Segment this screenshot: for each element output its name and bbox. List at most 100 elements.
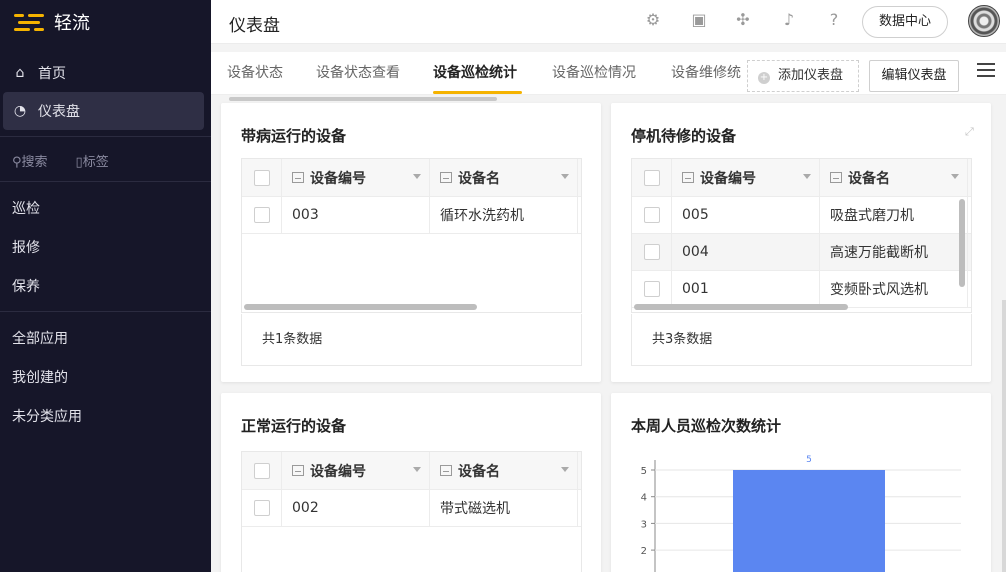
table-header-row: 设备编号 设备名 (242, 159, 581, 197)
caret-down-icon[interactable] (561, 174, 569, 179)
tab-repair-stats[interactable]: 设备维修统 (671, 62, 741, 82)
tab-device-status-view[interactable]: 设备状态查看 (316, 62, 400, 82)
inbox-icon[interactable]: ▣ (690, 11, 708, 29)
row-checkbox[interactable] (643, 281, 660, 297)
column-header-name[interactable]: 设备名 (820, 159, 968, 196)
sidebar-item-home[interactable]: ⌂ 首页 (0, 54, 204, 92)
puzzle-icon[interactable]: ✣ (734, 11, 752, 29)
divider (0, 311, 211, 312)
divider (0, 136, 211, 137)
column-header-name[interactable]: 设备名 (430, 452, 578, 489)
table-row[interactable]: 003 循环水洗药机 (242, 197, 581, 234)
table-row[interactable]: 004 高速万能截断机 (632, 234, 971, 271)
sidebar-item-my-created[interactable]: 我创建的 (0, 357, 211, 396)
select-all-checkbox[interactable] (643, 169, 660, 186)
vertical-scrollbar[interactable] (959, 199, 965, 287)
column-header-id[interactable]: 设备编号 (672, 159, 820, 196)
sidebar-item-label: 首页 (38, 66, 66, 82)
brand-name: 轻流 (54, 13, 90, 34)
cell-id: 005 (672, 197, 820, 233)
row-checkbox[interactable] (253, 207, 270, 223)
column-label: 设备编号 (310, 170, 366, 187)
select-all-checkbox[interactable] (253, 169, 270, 186)
caret-down-icon[interactable] (803, 174, 811, 179)
row-checkbox[interactable] (643, 207, 660, 223)
sidebar-item-label: 仪表盘 (38, 104, 80, 120)
page-title: 仪表盘 (229, 16, 280, 36)
home-icon: ⌂ (15, 65, 25, 81)
column-header-id[interactable]: 设备编号 (282, 159, 430, 196)
brand[interactable]: 轻流 (0, 0, 211, 44)
tab-scrollbar[interactable] (229, 97, 497, 101)
horizontal-scrollbar[interactable] (634, 304, 848, 310)
sidebar-item-all-apps[interactable]: 全部应用 (0, 318, 211, 357)
sidebar: 轻流 ⌂ 首页 ◔ 仪表盘 ⚲搜索 ▯标签 巡检 报修 保养 全部应用 我创建的… (0, 0, 211, 572)
menu-icon[interactable] (977, 63, 995, 79)
sidebar-item-repair[interactable]: 报修 (0, 227, 211, 266)
row-checkbox[interactable] (643, 244, 660, 260)
sidebar-item-uncategorized[interactable]: 未分类应用 (0, 396, 211, 435)
caret-down-icon[interactable] (951, 174, 959, 179)
column-header-id[interactable]: 设备编号 (282, 452, 430, 489)
expand-icon[interactable]: ⤢ (965, 125, 977, 138)
tab-inspection-status[interactable]: 设备巡检情况 (552, 62, 636, 82)
caret-down-icon[interactable] (413, 467, 421, 472)
y-tick-label: 4 (641, 493, 647, 504)
data-table: 设备编号 设备名 002 带式磁选机 (241, 451, 582, 572)
table-row[interactable]: 001 变频卧式风选机 (632, 271, 971, 308)
brand-logo-icon (14, 12, 44, 32)
caret-down-icon[interactable] (561, 467, 569, 472)
card-sick-devices: 带病运行的设备 设备编号 设备名 003 循环水洗药机 共1条数据 (221, 103, 601, 382)
bookmark-icon: ▯ (75, 154, 83, 170)
sidebar-search[interactable]: ⚲搜索 (12, 151, 48, 170)
table-row[interactable]: 005 吸盘式磨刀机 (632, 197, 971, 234)
cell-name: 变频卧式风选机 (820, 271, 968, 307)
page-scrollbar[interactable] (1002, 300, 1006, 572)
search-tag-row: ⚲搜索 ▯标签 (0, 143, 211, 177)
column-label: 设备编号 (310, 463, 366, 480)
sidebar-item-maintenance[interactable]: 保养 (0, 266, 211, 305)
y-tick-label: 3 (641, 519, 647, 530)
tag-label: 标签 (82, 154, 109, 170)
column-label: 设备名 (458, 463, 500, 480)
row-checkbox[interactable] (253, 500, 270, 516)
text-field-icon (682, 172, 694, 183)
bar (733, 470, 885, 572)
edit-dashboard-button[interactable]: 编辑仪表盘 (869, 60, 959, 92)
dashboard-tabs: 设备状态 设备状态查看 设备巡检统计 设备巡检情况 设备维修统 + 添加仪表盘 编… (211, 52, 1006, 101)
search-label: 搜索 (21, 154, 48, 170)
cell-id: 004 (672, 234, 820, 270)
add-dashboard-label: 添加仪表盘 (778, 68, 844, 83)
help-icon[interactable]: ? (825, 11, 843, 29)
select-all-checkbox[interactable] (253, 462, 270, 479)
sidebar-tags[interactable]: ▯标签 (76, 151, 109, 170)
column-label: 设备名 (848, 170, 890, 187)
cell-name: 循环水洗药机 (430, 197, 578, 233)
data-center-button[interactable]: 数据中心 (862, 6, 948, 38)
sidebar-item-inspection[interactable]: 巡检 (0, 188, 211, 227)
tab-device-status[interactable]: 设备状态 (227, 62, 283, 82)
text-field-icon (830, 172, 842, 183)
gear-icon[interactable]: ⚙ (644, 11, 662, 29)
tab-inspection-stats[interactable]: 设备巡检统计 (433, 62, 517, 82)
cell-name: 带式磁选机 (430, 490, 578, 526)
column-header-name[interactable]: 设备名 (430, 159, 578, 196)
sidebar-item-dashboard[interactable]: ◔ 仪表盘 (3, 92, 204, 130)
table-header-row: 设备编号 设备名 (242, 452, 581, 490)
active-tab-indicator (433, 91, 522, 94)
card-normal-devices: 正常运行的设备 设备编号 设备名 002 带式磁选机 (221, 393, 601, 572)
divider (0, 181, 211, 182)
caret-down-icon[interactable] (413, 174, 421, 179)
dashboard-icon: ◔ (13, 103, 27, 119)
avatar[interactable] (968, 5, 1000, 37)
cell-name: 高速万能截断机 (820, 234, 968, 270)
bell-icon[interactable]: ♪ (780, 11, 798, 29)
cell-id: 002 (282, 490, 430, 526)
data-table: 设备编号 设备名 005 吸盘式磨刀机 004 高速万能截断机 001 变频卧式… (631, 158, 972, 313)
horizontal-scrollbar[interactable] (244, 304, 477, 310)
text-field-icon (292, 465, 304, 476)
table-row[interactable]: 002 带式磁选机 (242, 490, 581, 527)
text-field-icon (292, 172, 304, 183)
add-dashboard-button[interactable]: + 添加仪表盘 (747, 60, 859, 92)
table-footer: 共1条数据 (241, 314, 582, 366)
